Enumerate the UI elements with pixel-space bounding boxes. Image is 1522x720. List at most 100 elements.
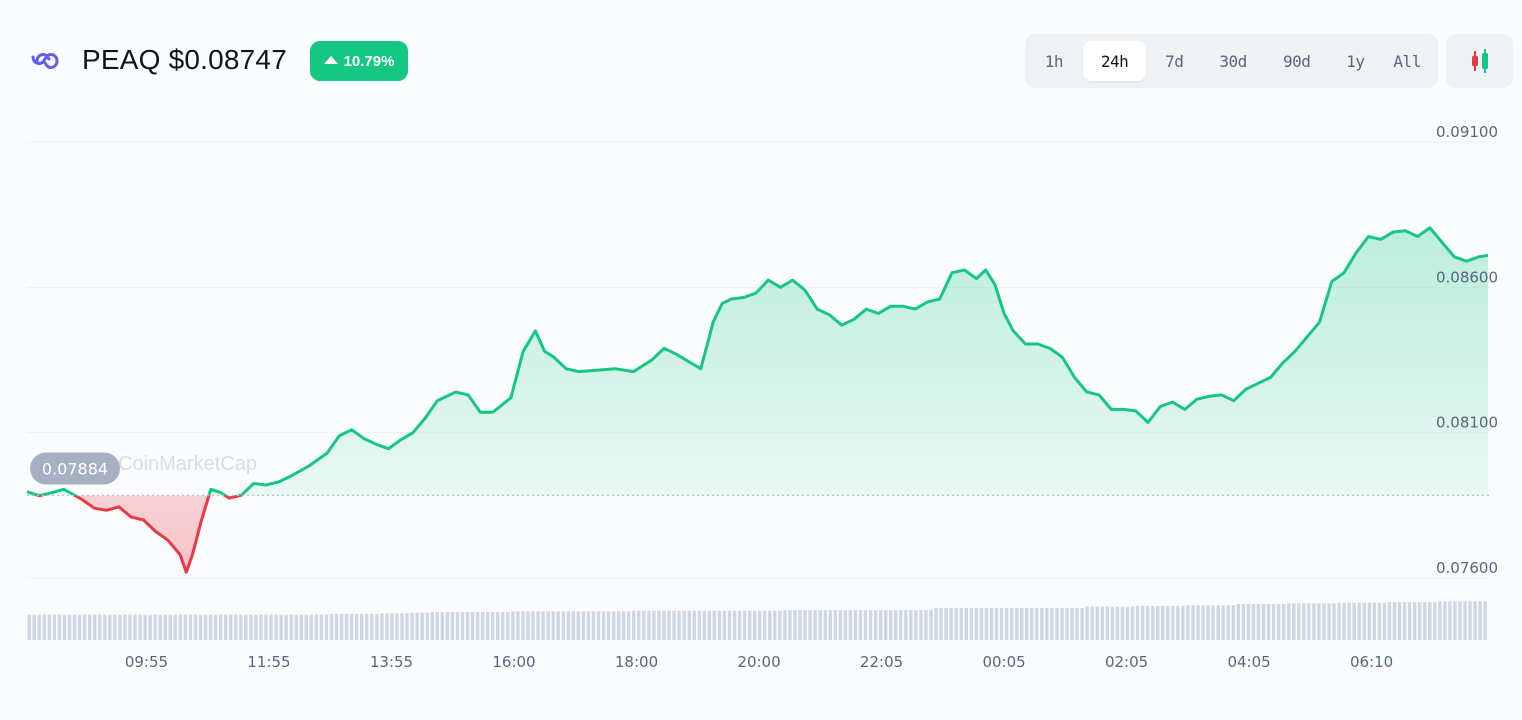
volume-bar <box>1100 606 1105 640</box>
volume-bar <box>1286 603 1291 640</box>
volume-bar <box>697 610 701 640</box>
volume-bar <box>1090 606 1094 640</box>
volume-bar <box>858 610 863 640</box>
volume-bar <box>888 610 893 640</box>
volume-bar <box>793 610 797 640</box>
volume-bar <box>591 611 596 640</box>
volume-bar <box>480 612 485 640</box>
volume-bar <box>32 614 36 640</box>
volume-bar <box>606 611 611 640</box>
volume-bar <box>667 610 671 640</box>
volume-bar <box>269 614 273 640</box>
volume-bar <box>742 610 747 640</box>
volume-bar <box>72 614 77 640</box>
volume-bar <box>752 610 757 640</box>
volume-bar <box>1211 605 1215 640</box>
volume-bar <box>894 610 898 640</box>
volume-bar <box>1045 608 1049 640</box>
volume-bar <box>712 610 717 640</box>
volume-bar <box>1231 605 1236 640</box>
volume-bar <box>1251 604 1256 640</box>
volume-bar <box>485 612 490 640</box>
volume-bar <box>929 610 933 640</box>
volume-bar <box>556 611 560 640</box>
volume-bar <box>914 610 918 640</box>
volume-bar <box>1075 608 1079 640</box>
volume-bar <box>1145 606 1150 640</box>
volume-bar <box>1050 608 1054 640</box>
volume-bar <box>989 608 994 640</box>
volume-bar <box>1065 608 1069 640</box>
volume-bar <box>264 614 268 640</box>
volume-bar <box>662 610 666 640</box>
volume-bar <box>1417 602 1422 640</box>
volume-bar <box>818 610 822 640</box>
volume-bar <box>294 614 298 640</box>
volume-bar <box>878 610 883 640</box>
volume-bar <box>1483 601 1487 640</box>
volume-bar <box>823 610 827 640</box>
volume-bar <box>1120 606 1125 640</box>
volume-bar <box>501 612 505 640</box>
volume-bar <box>531 611 535 640</box>
volume-bar <box>768 610 772 640</box>
volume-bar <box>1095 606 1099 640</box>
volume-bar <box>919 610 923 640</box>
volume-bar <box>304 614 309 640</box>
x-tick-label: 00:05 <box>982 653 1025 671</box>
volume-bar <box>868 610 873 640</box>
volume-bar <box>576 611 581 640</box>
volume-bar <box>128 614 132 640</box>
volume-bar <box>138 614 142 640</box>
volume-bar <box>692 610 696 640</box>
volume-bar <box>843 610 848 640</box>
volume-bar <box>672 610 676 640</box>
volume-bar <box>450 612 455 640</box>
volume-bar <box>1453 601 1457 640</box>
volume-bar <box>994 608 999 640</box>
volume-bar <box>732 610 737 640</box>
volume-bar <box>551 611 555 640</box>
volume-bar <box>1382 602 1387 640</box>
volume-bar <box>601 611 606 640</box>
volume-bar <box>969 608 974 640</box>
volume-bar <box>47 614 52 640</box>
volume-bar <box>1342 602 1346 640</box>
volume-bar <box>1191 605 1195 640</box>
volume-bar <box>1201 605 1205 640</box>
watermark-text: CoinMarketCap <box>118 453 257 475</box>
volume-bar <box>218 614 223 640</box>
volume-bar <box>727 610 732 640</box>
volume-bar <box>1035 608 1039 640</box>
volume-bar <box>526 611 530 640</box>
volume-bar <box>460 612 465 640</box>
volume-bar <box>838 610 843 640</box>
volume-bar <box>1297 603 1301 640</box>
volume-bar <box>77 614 82 640</box>
volume-bar <box>37 614 42 640</box>
volume-bar <box>616 611 621 640</box>
volume-bar <box>737 610 742 640</box>
volume-bar <box>1448 601 1452 640</box>
volume-bar <box>208 614 213 640</box>
x-axis: 09:55 11:55 13:55 16:00 18:00 20:00 22:05 00:05… <box>125 653 1393 671</box>
volume-bar <box>763 610 767 640</box>
volume-bar <box>1004 608 1009 640</box>
volume-bar <box>475 612 480 640</box>
volume-bar <box>435 612 440 640</box>
volume-bar <box>380 613 384 640</box>
volume-bar <box>92 614 97 640</box>
volume-bar <box>1135 606 1140 640</box>
volume-bar <box>1014 608 1019 640</box>
price-chart[interactable]: CoinMarketCap 0.07884 0.07600 0.08100 0.08… <box>0 0 1522 720</box>
volume-bar <box>798 610 802 640</box>
volume-bar <box>470 612 475 640</box>
volume-bar <box>173 614 178 640</box>
volume-bar <box>571 611 576 640</box>
volume-bar <box>707 610 712 640</box>
volume-bar <box>390 613 394 640</box>
volume-bar <box>1407 602 1412 640</box>
y-tick-label: 0.08100 <box>1436 414 1498 432</box>
volume-bar <box>410 612 414 640</box>
volume-bar <box>1171 606 1175 640</box>
